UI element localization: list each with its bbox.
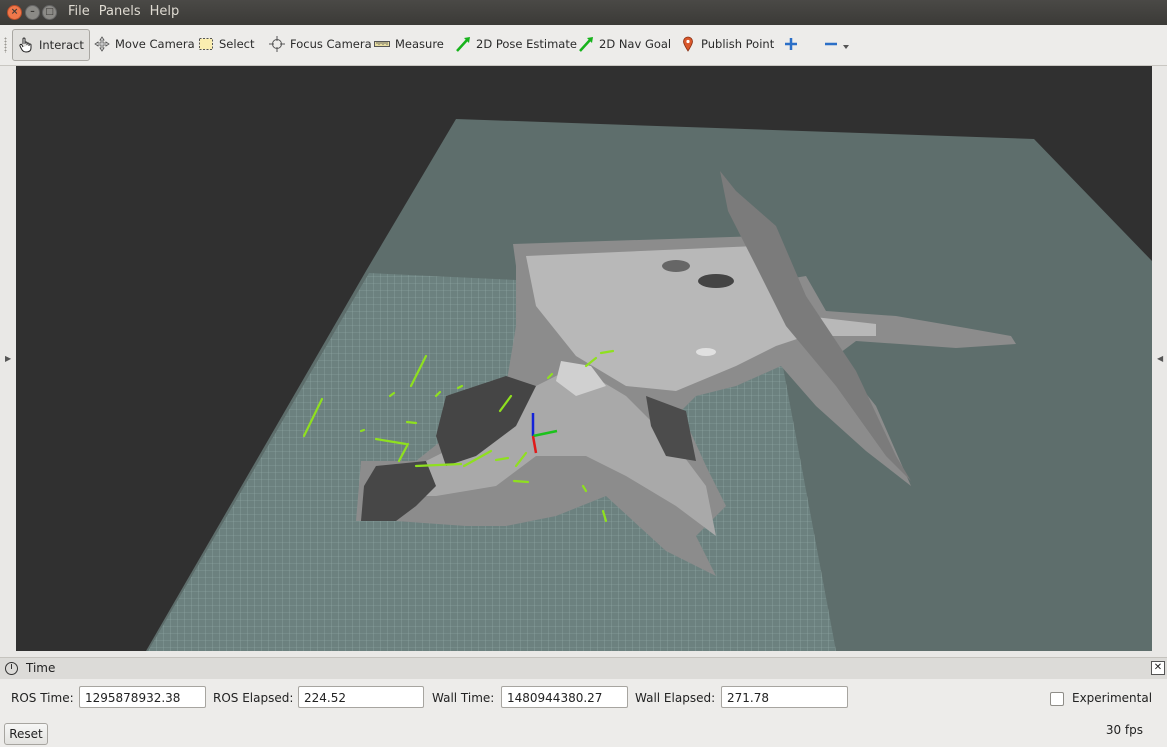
measure-tool-label: Measure [395, 37, 444, 51]
reset-button[interactable]: Reset [4, 723, 48, 745]
status-bar: Reset 30 fps [0, 719, 1167, 747]
scene-canvas [146, 119, 1152, 651]
pose-estimate-tool-button[interactable]: 2D Pose Estimate [450, 29, 582, 59]
close-window-icon[interactable]: × [7, 5, 22, 20]
ros-elapsed-label: ROS Elapsed: [213, 691, 294, 705]
ros-time-label: ROS Time: [11, 691, 74, 705]
plus-icon [785, 38, 797, 50]
ros-time-field[interactable]: 1295878932.38 [79, 686, 206, 708]
move-camera-icon [94, 36, 110, 52]
remove-tool-button[interactable] [818, 29, 855, 59]
ros-elapsed-field[interactable]: 224.52 [298, 686, 424, 708]
map-pin-icon [683, 36, 693, 52]
select-rect-icon [199, 38, 213, 50]
tool-toolbar: Interact Move Camera Select Focus Camera… [0, 25, 1167, 66]
minimize-window-icon[interactable]: – [25, 5, 40, 20]
expand-left-icon[interactable]: ▶ [5, 354, 11, 363]
focus-camera-tool-label: Focus Camera [290, 37, 372, 51]
minus-icon [825, 42, 837, 46]
wall-elapsed-label: Wall Elapsed: [635, 691, 716, 705]
pose-estimate-tool-label: 2D Pose Estimate [476, 37, 577, 51]
nav-goal-tool-button[interactable]: 2D Nav Goal [573, 29, 676, 59]
publish-point-tool-label: Publish Point [701, 37, 775, 51]
experimental-label: Experimental [1072, 691, 1153, 705]
menu-bar: File Panels Help [68, 4, 179, 19]
menu-panels[interactable]: Panels [99, 4, 141, 19]
close-panel-icon[interactable]: ✕ [1151, 661, 1165, 675]
add-tool-button[interactable] [778, 29, 804, 59]
chevron-down-icon[interactable] [842, 43, 850, 51]
nav-goal-tool-label: 2D Nav Goal [599, 37, 672, 51]
menu-file[interactable]: File [68, 4, 90, 19]
title-bar: × – □ File Panels Help [0, 0, 1167, 25]
interact-tool-label: Interact [39, 38, 84, 52]
move-camera-tool-label: Move Camera [115, 37, 195, 51]
focus-camera-icon [269, 36, 285, 52]
move-camera-tool-button[interactable]: Move Camera [89, 29, 200, 59]
select-tool-button[interactable]: Select [193, 29, 259, 59]
green-arrow-icon [456, 37, 470, 52]
interact-tool-button[interactable]: Interact [12, 29, 90, 61]
experimental-checkbox[interactable] [1050, 692, 1064, 706]
toolbar-grip[interactable] [4, 37, 7, 53]
fps-readout: 30 fps [1105, 723, 1143, 737]
menu-help[interactable]: Help [150, 4, 180, 19]
wall-time-field[interactable]: 1480944380.27 [501, 686, 628, 708]
focus-camera-tool-button[interactable]: Focus Camera [264, 29, 377, 59]
expand-right-icon[interactable]: ◀ [1157, 354, 1163, 363]
time-panel-header: Time ✕ [0, 657, 1167, 680]
time-panel: ROS Time: 1295878932.38 ROS Elapsed: 224… [0, 679, 1167, 719]
ruler-icon [374, 41, 390, 47]
hand-cursor-icon [19, 37, 32, 53]
measure-tool-button[interactable]: Measure [369, 29, 449, 59]
wall-time-label: Wall Time: [432, 691, 495, 705]
right-dock-handle[interactable]: ◀ [1153, 66, 1167, 651]
maximize-window-icon[interactable]: □ [42, 5, 57, 20]
wall-elapsed-field[interactable]: 271.78 [721, 686, 848, 708]
render-viewport-3d[interactable] [16, 66, 1152, 651]
time-panel-title: Time [26, 661, 56, 675]
select-tool-label: Select [219, 37, 255, 51]
publish-point-tool-button[interactable]: Publish Point [675, 29, 779, 59]
clock-icon [5, 662, 18, 675]
left-dock-handle[interactable]: ▶ [0, 66, 15, 651]
green-arrow-icon [579, 37, 593, 52]
